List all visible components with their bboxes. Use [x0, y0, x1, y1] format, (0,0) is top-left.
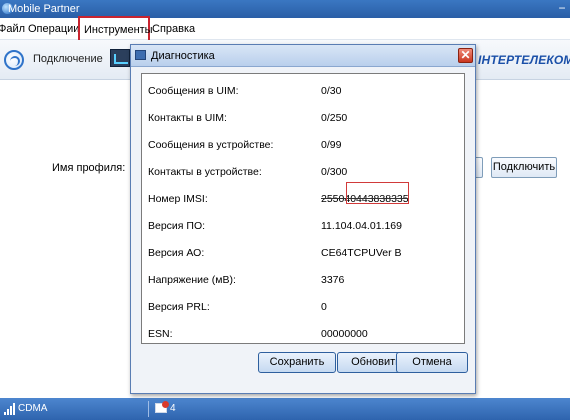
row-value: 0/30 [321, 85, 342, 97]
info-row-software-version: Версия ПО: 11.104.04.01.169 [142, 218, 464, 234]
info-row-device-messages: Сообщения в устройстве: 0/99 [142, 137, 464, 153]
row-label: Контакты в устройстве: [148, 166, 262, 178]
row-value: 11.104.04.01.169 [321, 220, 402, 232]
info-row-device-contacts: Контакты в устройстве: 0/300 [142, 164, 464, 180]
profile-name-label: Имя профиля: [52, 162, 126, 174]
imsi-highlight-box [346, 182, 409, 204]
app-title: Mobile Partner [8, 3, 80, 15]
info-row-voltage: Напряжение (мВ): 3376 [142, 272, 464, 288]
signal-strength-icon [4, 403, 15, 415]
info-row-imsi: Номер IMSI: 255040443838335 [142, 191, 464, 207]
dialog-title: Диагностика [151, 50, 215, 62]
row-label: Номер IMSI: [148, 193, 208, 205]
menu-help[interactable]: Справка [152, 22, 195, 36]
info-row-hardware-version: Версия АО: CE64TCPUVer B [142, 245, 464, 261]
close-button[interactable]: ✕ [458, 48, 473, 63]
row-value: 0 [321, 301, 327, 313]
status-bar: CDMA 4 [0, 398, 570, 420]
menu-tools[interactable]: Инструменты [78, 16, 153, 42]
connect-button[interactable]: Подключить [491, 157, 557, 178]
minimize-button[interactable]: − [556, 2, 568, 14]
menu-file[interactable]: Файл [0, 22, 25, 36]
dialog-titlebar[interactable]: Диагностика ✕ [131, 45, 475, 67]
save-button[interactable]: Сохранить [258, 352, 336, 373]
row-label: Версия АО: [148, 247, 205, 259]
sms-count: 4 [170, 403, 176, 414]
diagnostics-icon [135, 50, 146, 60]
row-value: 0/99 [321, 139, 342, 151]
info-row-uim-contacts: Контакты в UIM: 0/250 [142, 110, 464, 126]
network-type: CDMA [18, 403, 48, 414]
diagnostics-dialog: Диагностика ✕ Сообщения в UIM: 0/30 Конт… [130, 44, 476, 394]
diagnostics-info-panel: Сообщения в UIM: 0/30 Контакты в UIM: 0/… [141, 73, 465, 344]
status-divider [148, 401, 149, 417]
info-row-esn: ESN: 00000000 [142, 326, 464, 342]
brand-logo: ІНТЕРТЕЛЕКОМ [478, 53, 570, 67]
row-value: 3376 [321, 274, 345, 286]
row-label: Контакты в UIM: [148, 112, 227, 124]
sms-icon[interactable] [155, 401, 169, 413]
row-label: Сообщения в устройстве: [148, 139, 274, 151]
menu-operations[interactable]: Операции [28, 22, 79, 36]
cancel-button[interactable]: Отмена [396, 352, 468, 373]
row-value: CE64TCPUVer B [321, 247, 402, 259]
row-label: Сообщения в UIM: [148, 85, 239, 97]
info-row-uim-messages: Сообщения в UIM: 0/30 [142, 83, 464, 99]
row-label: Напряжение (мВ): [148, 274, 236, 286]
statistics-icon[interactable] [110, 49, 130, 67]
row-value: 0/300 [321, 166, 348, 178]
row-label: Версия PRL: [148, 301, 210, 313]
menu-bar: Файл Операции Инструменты Справка [0, 16, 570, 42]
connect-icon[interactable] [4, 50, 24, 70]
row-value: 00000000 [321, 328, 368, 340]
row-value: 0/250 [321, 112, 348, 124]
row-label: Версия ПО: [148, 220, 206, 232]
row-label: ESN: [148, 328, 173, 340]
info-row-prl-version: Версия PRL: 0 [142, 299, 464, 315]
tab-connection[interactable]: Подключение [33, 53, 103, 65]
